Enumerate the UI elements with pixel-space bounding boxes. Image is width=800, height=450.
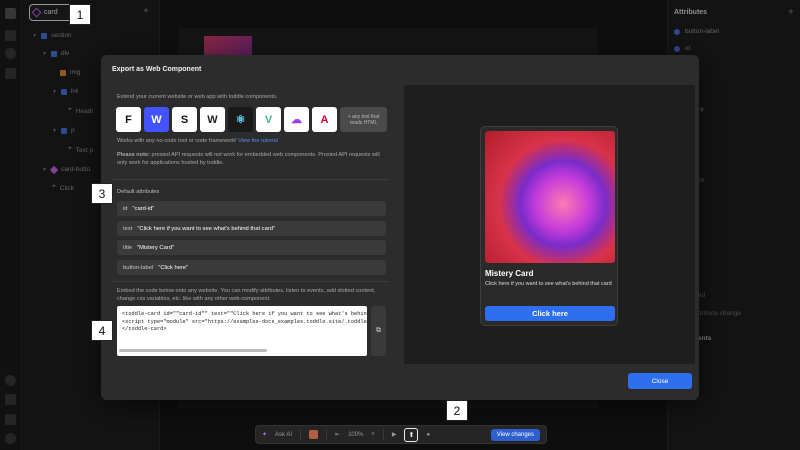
attribute-row-id[interactable]: id "card-id" xyxy=(117,201,386,216)
code-line: <toddle-card id=""card-id"" text=""Click… xyxy=(122,311,367,317)
integration-logos: F W S W ⚛ V ☁ A + any tool that reads HT… xyxy=(116,107,387,132)
angular-icon: A xyxy=(312,107,337,132)
preview-card: Mistery Card Click here if you want to s… xyxy=(480,126,618,326)
close-button[interactable]: Close xyxy=(628,373,692,389)
export-icon: ⬆ xyxy=(408,431,415,439)
squarespace-icon: S xyxy=(172,107,197,132)
react-icon: ⚛ xyxy=(228,107,253,132)
play-icon[interactable]: ▶ xyxy=(392,431,397,438)
status-icon[interactable]: ● xyxy=(426,432,430,438)
annotation-badge-1: 1 xyxy=(69,4,91,25)
webflow-icon: W xyxy=(144,107,169,132)
ask-ai-button[interactable]: Ask AI xyxy=(275,432,292,438)
embed-text: Embed the code below onto any website. Y… xyxy=(117,288,376,302)
attribute-row-text[interactable]: text "Click here if you want to see what… xyxy=(117,221,386,236)
code-scrollbar[interactable] xyxy=(119,349,267,352)
zoom-search-icon[interactable]: ⌕ xyxy=(371,431,374,438)
export-component-button[interactable]: ⬆ xyxy=(404,427,419,442)
tutorial-link[interactable]: View the tutorial xyxy=(238,138,278,144)
vue-icon: V xyxy=(256,107,281,132)
zoom-level[interactable]: 100% xyxy=(348,432,363,438)
code-line: <script type="module" src="https://examp… xyxy=(122,318,367,325)
divider xyxy=(112,281,389,282)
card-image xyxy=(485,131,615,263)
undo-icon[interactable]: ⇤ xyxy=(335,431,340,438)
card-title: Mistery Card xyxy=(485,269,534,278)
component-preview: Mistery Card Click here if you want to s… xyxy=(404,85,695,364)
attribute-row-button-label[interactable]: button-label "Click here" xyxy=(117,260,386,275)
copy-code-button[interactable]: ⧉ xyxy=(371,306,386,356)
note-label: Please note: xyxy=(117,152,150,158)
intro-text: Extend your current website or web app w… xyxy=(117,94,278,100)
any-tool-badge: + any tool that reads HTML xyxy=(340,107,387,132)
default-attributes-title: Default attributes xyxy=(117,189,160,195)
separator xyxy=(382,429,384,440)
divider xyxy=(112,179,389,180)
separator xyxy=(300,429,302,440)
modal-title: Export as Web Component xyxy=(112,66,202,73)
avatar[interactable] xyxy=(309,430,319,439)
framer-icon: F xyxy=(116,107,141,132)
sparkle-icon: ✦ xyxy=(262,432,268,438)
annotation-badge-2: 2 xyxy=(446,400,468,421)
card-text: Click here if you want to see what's beh… xyxy=(485,281,612,287)
separator xyxy=(326,429,328,440)
view-changes-button[interactable]: View changes xyxy=(490,428,540,441)
code-line: </toddle-card> xyxy=(122,326,167,332)
wordpress-icon: W xyxy=(200,107,225,132)
works-with-text: Works with any no-code tool or code fram… xyxy=(117,138,278,144)
card-click-button[interactable]: Click here xyxy=(485,306,615,321)
annotation-badge-4: 4 xyxy=(91,320,113,341)
attribute-row-title[interactable]: title "Mistery Card" xyxy=(117,240,386,255)
cloud-icon: ☁ xyxy=(284,107,309,132)
export-modal: Export as Web Component Extend your curr… xyxy=(101,55,699,400)
note-text: Please note: proxied API requests will n… xyxy=(117,152,380,166)
annotation-badge-3: 3 xyxy=(91,183,113,204)
copy-icon: ⧉ xyxy=(376,327,381,334)
bottom-toolbar: ✦ Ask AI ⇤ 100% ⌕ ▶ ⬆ ● View changes xyxy=(255,425,547,444)
